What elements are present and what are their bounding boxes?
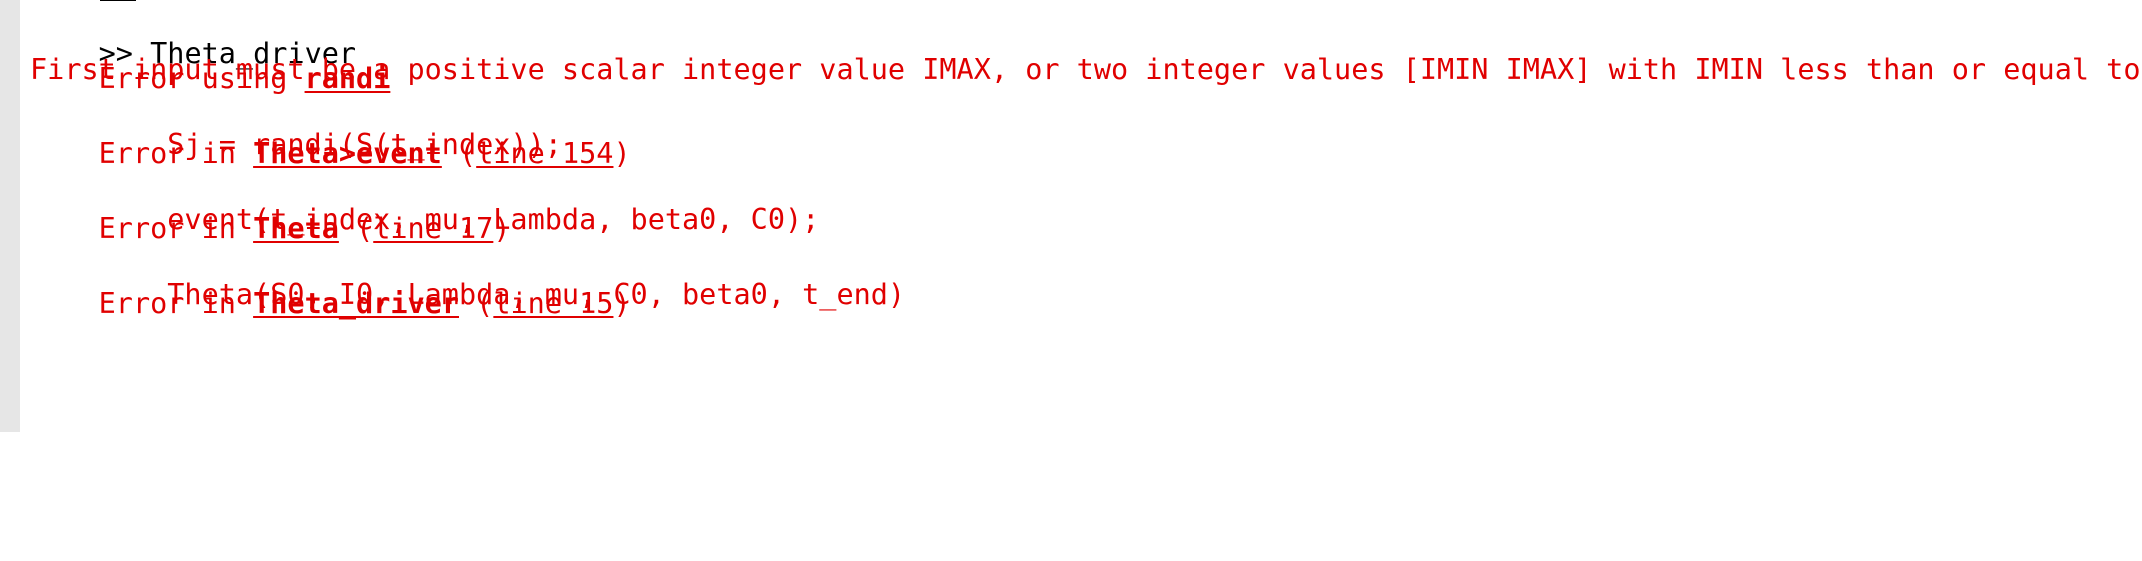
console-left-gutter [0, 0, 20, 432]
stack-code-1: Sj = randi(S(t_index)); [30, 128, 562, 161]
stack-code-3: Theta(S0, I0, Lambda, mu, C0, beta0, t_e… [30, 278, 906, 311]
error-message: First input must be a positive scalar in… [30, 53, 2142, 86]
command-window[interactable]: >> Theta_driver Error using randi First … [30, 0, 2142, 432]
previous-line-fragment [100, 0, 136, 1]
stack-code-2: event(t_index, mu, Lambda, beta0, C0); [30, 203, 820, 236]
